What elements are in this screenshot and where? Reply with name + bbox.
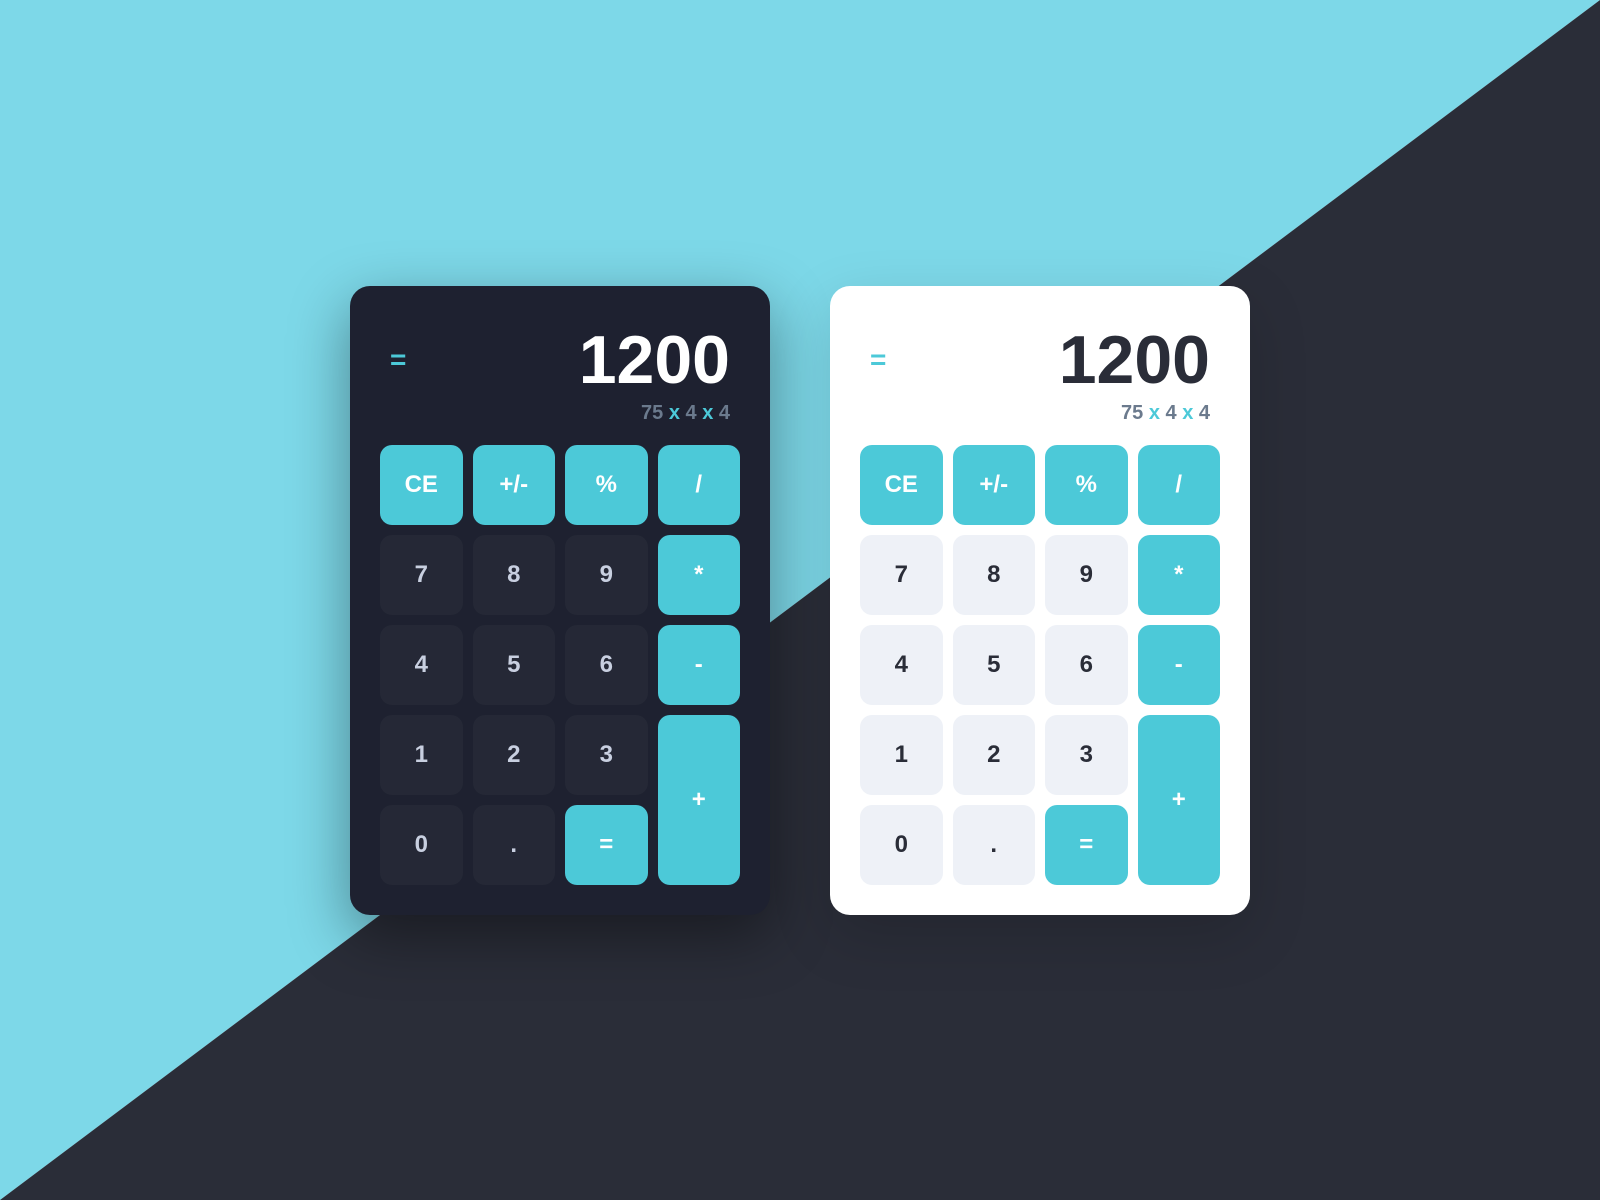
btn-dark-sign[interactable]: +/- [473,445,556,525]
display-light: = 1200 75 x 4 x 4 [860,326,1220,445]
calculator-light: = 1200 75 x 4 x 4 CE +/- % / 7 8 9 * 4 5… [830,286,1250,915]
btn-dark-divide[interactable]: / [658,445,741,525]
btn-light-7[interactable]: 7 [860,535,943,615]
btn-dark-2[interactable]: 2 [473,715,556,795]
header-row-dark: = 1200 [390,326,730,394]
btn-light-add[interactable]: + [1138,715,1221,885]
btn-dark-1[interactable]: 1 [380,715,463,795]
button-grid-light: CE +/- % / 7 8 9 * 4 5 6 - 1 2 3 + 0 . = [860,445,1220,885]
btn-dark-ce[interactable]: CE [380,445,463,525]
btn-dark-percent[interactable]: % [565,445,648,525]
btn-light-multiply[interactable]: * [1138,535,1221,615]
btn-light-8[interactable]: 8 [953,535,1036,615]
result-light: 1200 [1059,326,1210,394]
btn-light-5[interactable]: 5 [953,625,1036,705]
btn-light-9[interactable]: 9 [1045,535,1128,615]
btn-dark-multiply[interactable]: * [658,535,741,615]
header-row-light: = 1200 [870,326,1210,394]
btn-dark-9[interactable]: 9 [565,535,648,615]
btn-dark-3[interactable]: 3 [565,715,648,795]
btn-light-3[interactable]: 3 [1045,715,1128,795]
btn-light-sign[interactable]: +/- [953,445,1036,525]
btn-light-divide[interactable]: / [1138,445,1221,525]
btn-light-4[interactable]: 4 [860,625,943,705]
btn-dark-6[interactable]: 6 [565,625,648,705]
btn-light-2[interactable]: 2 [953,715,1036,795]
btn-dark-4[interactable]: 4 [380,625,463,705]
btn-light-ce[interactable]: CE [860,445,943,525]
btn-dark-dot[interactable]: . [473,805,556,885]
display-dark: = 1200 75 x 4 x 4 [380,326,740,445]
btn-dark-equals[interactable]: = [565,805,648,885]
btn-dark-7[interactable]: 7 [380,535,463,615]
btn-light-percent[interactable]: % [1045,445,1128,525]
btn-dark-0[interactable]: 0 [380,805,463,885]
btn-light-subtract[interactable]: - [1138,625,1221,705]
button-grid-dark: CE +/- % / 7 8 9 * 4 5 6 - 1 2 3 + 0 . = [380,445,740,885]
calculators-container: = 1200 75 x 4 x 4 CE +/- % / 7 8 9 * 4 5… [0,0,1600,1200]
calculator-dark: = 1200 75 x 4 x 4 CE +/- % / 7 8 9 * 4 5… [350,286,770,915]
equals-icon-dark: = [390,346,406,374]
btn-light-1[interactable]: 1 [860,715,943,795]
expression-dark: 75 x 4 x 4 [390,402,730,425]
btn-dark-5[interactable]: 5 [473,625,556,705]
btn-dark-subtract[interactable]: - [658,625,741,705]
result-dark: 1200 [579,326,730,394]
btn-dark-add[interactable]: + [658,715,741,885]
btn-light-equals[interactable]: = [1045,805,1128,885]
btn-light-6[interactable]: 6 [1045,625,1128,705]
equals-icon-light: = [870,346,886,374]
btn-dark-8[interactable]: 8 [473,535,556,615]
btn-light-dot[interactable]: . [953,805,1036,885]
expression-light: 75 x 4 x 4 [870,402,1210,425]
btn-light-0[interactable]: 0 [860,805,943,885]
